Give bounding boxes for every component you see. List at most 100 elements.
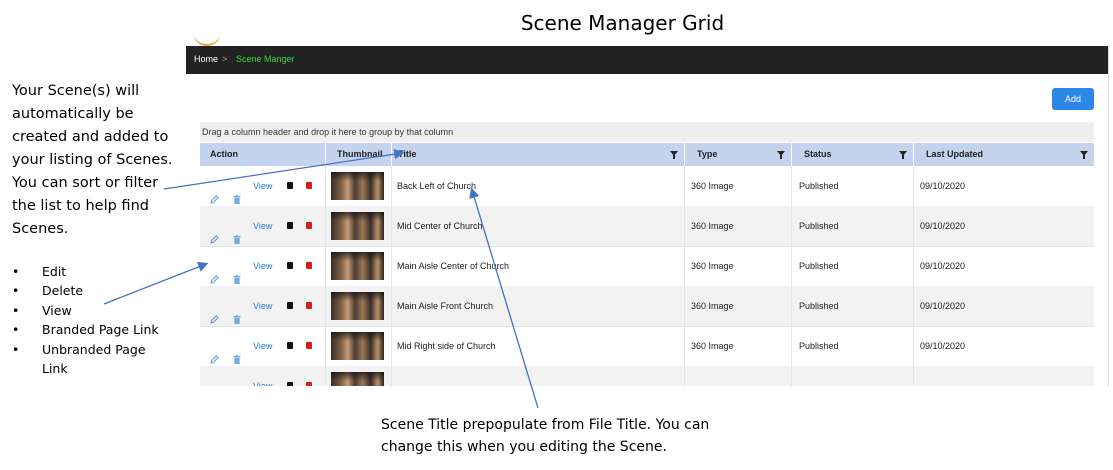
delete-icon[interactable] (233, 221, 241, 246)
title-cell: Back Left of Church (392, 166, 685, 206)
action-bullet-list: Edit Delete View Branded Page Link Unbra… (12, 262, 159, 378)
filter-icon[interactable] (777, 151, 785, 159)
status-cell: Published (792, 326, 914, 366)
edit-icon[interactable] (210, 261, 219, 284)
scene-title[interactable]: Main Aisle Center of Church (397, 261, 509, 271)
thumbnail-cell (326, 206, 392, 246)
left-annotation: Your Scene(s) will automatically be crea… (12, 83, 173, 237)
filter-icon[interactable] (899, 151, 907, 159)
edit-icon[interactable] (210, 301, 219, 324)
view-link[interactable]: View (253, 286, 272, 326)
top-nav-bar: Home > Scene Manger (186, 46, 1108, 74)
last-updated-cell: 09/10/2020 (914, 166, 1094, 206)
last-updated-date: 09/10/2020 (920, 341, 966, 351)
title-cell: Mid Center of Church (392, 206, 685, 246)
scene-thumbnail[interactable] (331, 292, 384, 320)
status-cell: Published (792, 206, 914, 246)
branded-link-icon[interactable] (285, 380, 293, 386)
delete-icon[interactable] (233, 181, 241, 206)
type-cell: 360 Image (685, 286, 792, 326)
filter-icon[interactable] (1080, 151, 1088, 159)
scene-thumbnail[interactable] (331, 172, 384, 200)
last-updated-cell: 09/10/2020 (914, 326, 1094, 366)
column-header-type[interactable]: Type (685, 143, 792, 166)
table-row[interactable]: View Main Aisle Center of Church 360 Image… (200, 246, 1094, 287)
scene-title[interactable]: Mid Center of Church (397, 221, 483, 231)
view-link[interactable]: View (253, 246, 272, 286)
edit-icon[interactable] (210, 381, 219, 386)
column-header-action[interactable]: Action (200, 143, 326, 166)
scene-thumbnail[interactable] (331, 252, 384, 280)
page-title: Scene Manager Grid (520, 11, 725, 35)
thumbnail-cell (326, 326, 392, 366)
bullet-item: Delete (12, 281, 159, 301)
scene-type: 360 Image (691, 301, 734, 311)
column-header-title[interactable]: Title (392, 143, 685, 166)
view-link[interactable]: View (253, 326, 272, 366)
breadcrumb-current: Scene Manger (236, 54, 295, 64)
scene-thumbnail[interactable] (331, 332, 384, 360)
edit-icon[interactable] (210, 181, 219, 204)
delete-icon[interactable] (233, 261, 241, 286)
table-row[interactable]: View Main Aisle Front Church 360 Image Publ… (200, 286, 1094, 327)
bullet-item: Edit (12, 262, 159, 282)
action-cell: View (200, 366, 326, 386)
thumbnail-cell (326, 246, 392, 286)
action-cell: View (200, 286, 326, 326)
delete-icon[interactable] (233, 301, 241, 326)
status-badge: Published (799, 181, 839, 191)
last-updated-date: 09/10/2020 (920, 221, 966, 231)
column-header-thumbnail[interactable]: Thumbnail (326, 143, 392, 166)
status-badge: Published (799, 341, 839, 351)
unbranded-link-icon[interactable] (304, 380, 312, 386)
branded-link-icon[interactable] (285, 180, 293, 189)
scene-title[interactable]: Back Left of Church (397, 181, 476, 191)
thumbnail-cell (326, 366, 392, 386)
column-header-status[interactable]: Status (792, 143, 914, 166)
status-cell (792, 366, 914, 386)
logo-icon (193, 30, 221, 46)
view-link[interactable]: View (253, 366, 272, 386)
unbranded-link-icon[interactable] (304, 220, 312, 229)
delete-icon[interactable] (233, 341, 241, 366)
table-row[interactable]: View Mid Center of Church 360 Image Publish… (200, 206, 1094, 247)
column-header-last-updated[interactable]: Last Updated (914, 143, 1094, 166)
group-by-panel[interactable]: Drag a column header and drop it here to… (200, 122, 1094, 142)
scene-title[interactable]: Main Aisle Front Church (397, 301, 493, 311)
view-link[interactable]: View (253, 206, 272, 246)
breadcrumb-home[interactable]: Home (194, 54, 218, 64)
last-updated-date: 09/10/2020 (920, 181, 966, 191)
edit-icon[interactable] (210, 341, 219, 364)
unbranded-link-icon[interactable] (304, 340, 312, 349)
unbranded-link-icon[interactable] (304, 180, 312, 189)
title-cell (392, 366, 685, 386)
branded-link-icon[interactable] (285, 220, 293, 229)
scene-thumbnail[interactable] (331, 212, 384, 240)
add-button[interactable]: Add (1052, 88, 1094, 110)
scene-title[interactable]: Mid Right side of Church (397, 341, 496, 351)
status-badge: Published (799, 301, 839, 311)
status-cell: Published (792, 286, 914, 326)
filter-icon[interactable] (670, 151, 678, 159)
scene-type: 360 Image (691, 261, 734, 271)
scene-type: 360 Image (691, 181, 734, 191)
table-row[interactable]: View (200, 366, 1094, 386)
unbranded-link-icon[interactable] (304, 260, 312, 269)
scene-thumbnail[interactable] (331, 372, 384, 386)
bullet-item: View (12, 301, 159, 321)
last-updated-date: 09/10/2020 (920, 261, 966, 271)
branded-link-icon[interactable] (285, 300, 293, 309)
table-row[interactable]: View Back Left of Church 360 Image Publishe… (200, 166, 1094, 207)
branded-link-icon[interactable] (285, 260, 293, 269)
edit-icon[interactable] (210, 221, 219, 244)
branded-link-icon[interactable] (285, 340, 293, 349)
action-cell: View (200, 166, 326, 206)
title-cell: Mid Right side of Church (392, 326, 685, 366)
view-link[interactable]: View (253, 166, 272, 206)
type-cell: 360 Image (685, 326, 792, 366)
unbranded-link-icon[interactable] (304, 300, 312, 309)
thumbnail-cell (326, 166, 392, 206)
delete-icon[interactable] (233, 381, 241, 386)
type-cell: 360 Image (685, 206, 792, 246)
table-row[interactable]: View Mid Right side of Church 360 Image Pub… (200, 326, 1094, 367)
